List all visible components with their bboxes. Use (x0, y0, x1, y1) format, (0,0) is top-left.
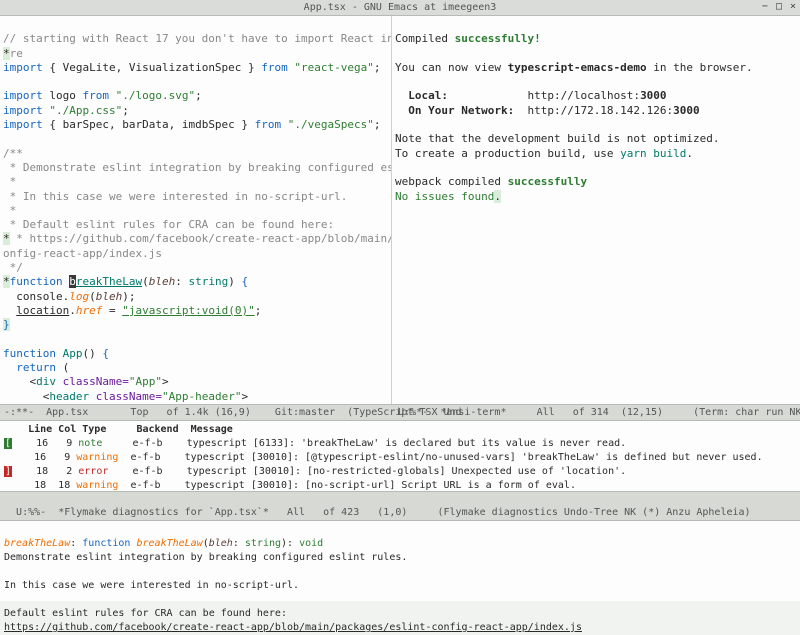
wrap-marker: * (3, 47, 10, 60)
cursor: b (69, 275, 76, 288)
close-icon[interactable]: × (790, 0, 796, 13)
code-comment: // starting with React 17 you don't have… (3, 32, 392, 45)
diag-row[interactable]: 16 9 warning e-f-b typescript [30010]: [… (4, 451, 796, 465)
window-title: App.tsx - GNU Emacs at imeegeen3 (304, 1, 497, 14)
editor-split: // starting with React 17 you don't have… (0, 16, 800, 404)
modeline-top: -:**- App.tsx Top of 1.4k (16,9) Git:mas… (0, 404, 800, 421)
source-code-pane[interactable]: // starting with React 17 you don't have… (0, 16, 392, 404)
modeline-right: U:%*- *ansi-term* All of 314 (12,15) (Te… (392, 406, 796, 419)
window-titlebar: App.tsx - GNU Emacs at imeegeen3 − □ × (0, 0, 800, 16)
eldoc-pane[interactable]: breakTheLaw: function breakTheLaw(bleh: … (0, 521, 800, 601)
modeline-left: -:**- App.tsx Top of 1.4k (16,9) Git:mas… (4, 406, 392, 419)
doc-link[interactable]: https://github.com/facebook/create-react… (4, 622, 582, 633)
terminal-pane[interactable]: Compiled successfully! You can now view … (392, 16, 800, 404)
diag-row[interactable]: [ 16 9 note e-f-b typescript [6133]: 'br… (4, 437, 796, 451)
diag-row[interactable]: ] 18 2 error e-f-b typescript [30010]: [… (4, 465, 796, 479)
maximize-icon[interactable]: □ (776, 0, 782, 13)
flymake-diagnostics-list[interactable]: Line Col Type Backend Message [ 16 9 not… (0, 421, 800, 491)
modeline-diagnostics: U:%%- *Flymake diagnostics for `App.tsx`… (0, 491, 800, 521)
minimize-icon[interactable]: − (762, 0, 768, 13)
diag-header: Line Col Type Backend Message (4, 423, 796, 437)
